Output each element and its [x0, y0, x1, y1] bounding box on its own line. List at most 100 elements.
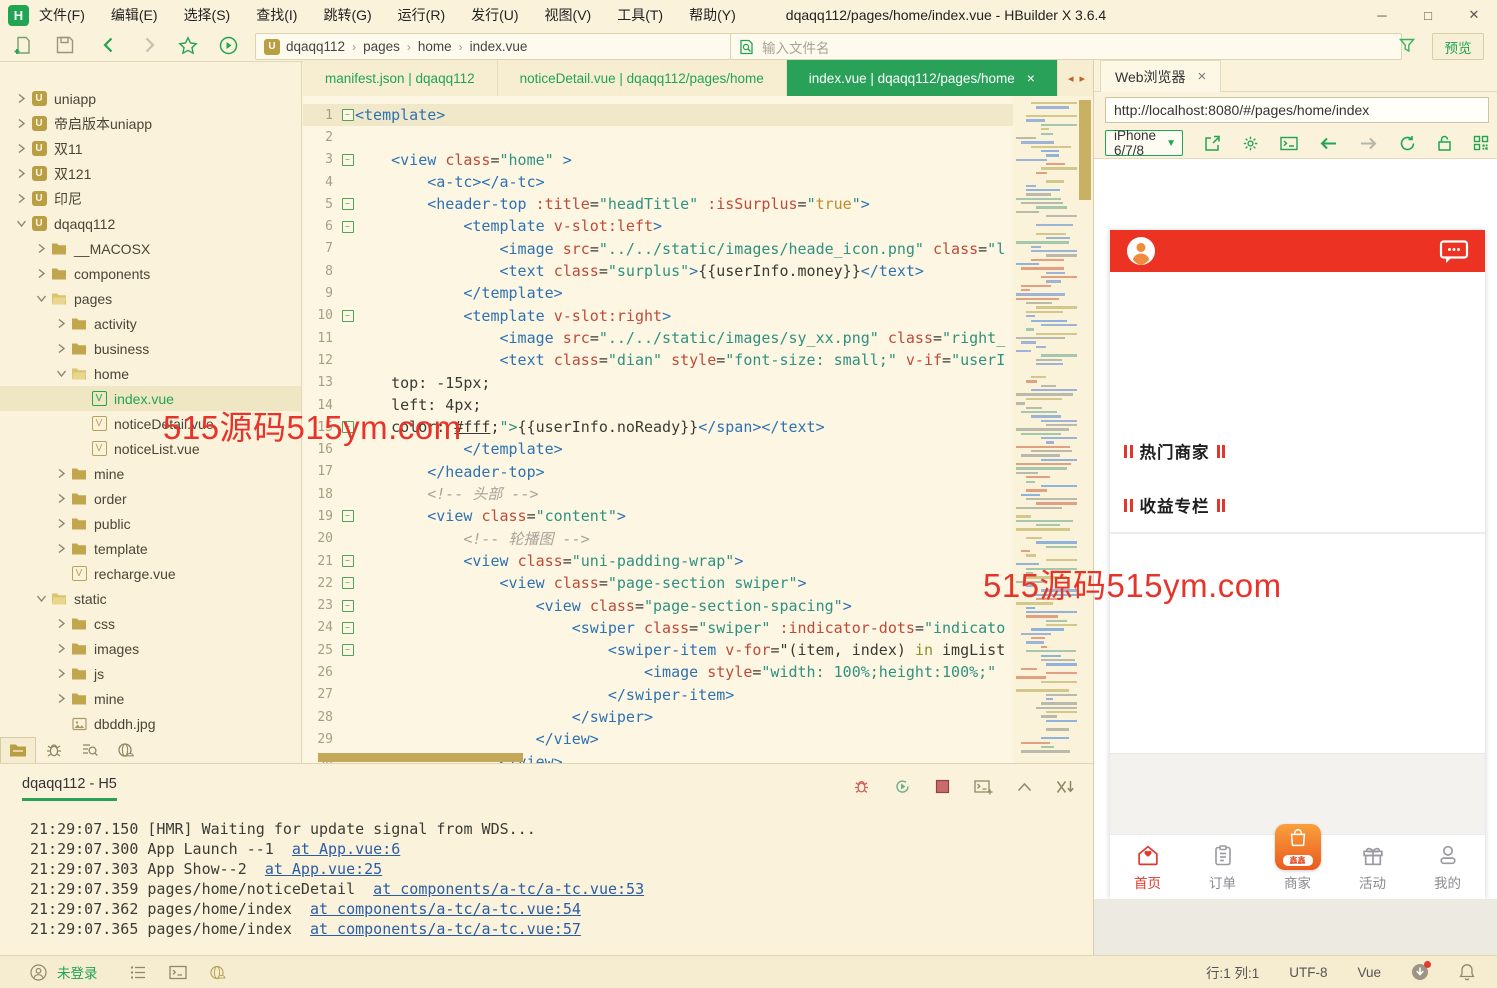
- tree-item-uniapp[interactable]: Uuniapp: [0, 86, 301, 111]
- code-line-18[interactable]: 18 <!-- 头部 -->: [303, 483, 1013, 505]
- save-icon[interactable]: [56, 36, 74, 54]
- code-line-28[interactable]: 28 </swiper>: [303, 706, 1013, 728]
- fold-icon[interactable]: −: [340, 600, 355, 612]
- chevron-right-icon[interactable]: [52, 541, 70, 557]
- chevron-down-icon[interactable]: [32, 591, 50, 607]
- back-icon[interactable]: [1319, 136, 1338, 151]
- search-tab[interactable]: [72, 737, 108, 763]
- browser-tab[interactable]: Web浏览器 ×: [1100, 60, 1221, 92]
- network-icon[interactable]: [209, 965, 226, 980]
- settings-icon[interactable]: [1242, 135, 1259, 152]
- app-nav-订单[interactable]: 订单: [1185, 835, 1260, 899]
- tree-item-public[interactable]: public: [0, 511, 301, 536]
- fold-icon[interactable]: −: [340, 198, 355, 210]
- filter-icon[interactable]: [1399, 38, 1415, 53]
- clear-icon[interactable]: [1056, 780, 1075, 794]
- menu-item[interactable]: 运行(R): [398, 5, 445, 25]
- code-line-10[interactable]: 10− <template v-slot:right>: [303, 305, 1013, 327]
- restart-icon[interactable]: [894, 778, 911, 795]
- close-icon[interactable]: ×: [1027, 70, 1035, 86]
- menu-item[interactable]: 发行(U): [471, 5, 518, 25]
- code-line-1[interactable]: 1−<template>: [303, 104, 1013, 126]
- code-line-27[interactable]: 27 </swiper-item>: [303, 684, 1013, 706]
- code-line-23[interactable]: 23− <view class="page-section-spacing">: [303, 595, 1013, 617]
- source-link[interactable]: at components/a-tc/a-tc.vue:54: [310, 900, 581, 918]
- menu-item[interactable]: 跳转(G): [323, 5, 371, 25]
- fold-icon[interactable]: −: [340, 109, 355, 121]
- tree-item-css[interactable]: css: [0, 611, 301, 636]
- breadcrumb-item[interactable]: dqaqq112: [286, 39, 345, 54]
- back-icon[interactable]: [100, 36, 118, 54]
- code-line-4[interactable]: 4 <a-tc></a-tc>: [303, 171, 1013, 193]
- fold-icon[interactable]: −: [340, 310, 355, 322]
- fold-icon[interactable]: −: [340, 154, 355, 166]
- refresh-icon[interactable]: [1399, 135, 1416, 152]
- tree-item-mine[interactable]: mine: [0, 686, 301, 711]
- forward-icon[interactable]: [140, 36, 158, 54]
- source-link[interactable]: at App.vue:6: [292, 840, 400, 858]
- fold-icon[interactable]: −: [340, 644, 355, 656]
- lock-icon[interactable]: [1437, 135, 1452, 152]
- tree-item-dqaqq112[interactable]: Udqaqq112: [0, 211, 301, 236]
- chevron-right-icon[interactable]: [52, 691, 70, 707]
- fold-icon[interactable]: −: [340, 510, 355, 522]
- tree-item-dbddh.jpg[interactable]: dbddh.jpg: [0, 711, 301, 736]
- tab-scroll-left-icon[interactable]: ◂: [1068, 72, 1074, 85]
- app-nav-商家[interactable]: 鑫鑫商家: [1260, 835, 1335, 899]
- maximize-button[interactable]: □: [1405, 0, 1451, 30]
- fold-icon[interactable]: −: [340, 622, 355, 634]
- code-line-3[interactable]: 3− <view class="home" >: [303, 149, 1013, 171]
- code-line-6[interactable]: 6− <template v-slot:left>: [303, 215, 1013, 237]
- chevron-right-icon[interactable]: [32, 266, 50, 282]
- tree-item-recharge.vue[interactable]: Vrecharge.vue: [0, 561, 301, 586]
- close-button[interactable]: ✕: [1451, 0, 1497, 30]
- menu-item[interactable]: 视图(V): [545, 5, 592, 25]
- code-line-8[interactable]: 8 <text class="surplus">{{userInfo.money…: [303, 260, 1013, 282]
- code-line-5[interactable]: 5− <header-top :title="headTitle" :isSur…: [303, 193, 1013, 215]
- minimap[interactable]: [1013, 96, 1077, 763]
- chevron-right-icon[interactable]: [52, 341, 70, 357]
- chevron-right-icon[interactable]: [32, 241, 50, 257]
- terminal-icon[interactable]: [169, 965, 187, 980]
- tree-item-components[interactable]: components: [0, 261, 301, 286]
- file-tree[interactable]: UuniappU帝启版本uniappU双11U双121U印尼Udqaqq112_…: [0, 61, 302, 736]
- tree-item-static[interactable]: static: [0, 586, 301, 611]
- tree-item-order[interactable]: order: [0, 486, 301, 511]
- new-file-icon[interactable]: [14, 36, 33, 55]
- open-in-browser-icon[interactable]: [1204, 135, 1221, 152]
- menu-item[interactable]: 工具(T): [617, 5, 663, 25]
- qr-code-icon[interactable]: [1473, 135, 1489, 151]
- collapse-icon[interactable]: [1017, 782, 1032, 792]
- tree-item-home[interactable]: home: [0, 361, 301, 386]
- tree-item-js[interactable]: js: [0, 661, 301, 686]
- tasks-icon[interactable]: [130, 965, 147, 980]
- avatar-icon[interactable]: [1126, 236, 1156, 266]
- tree-item-印尼[interactable]: U印尼: [0, 186, 301, 211]
- code-line-26[interactable]: 26 <image style="width: 100%;height:100%…: [303, 661, 1013, 683]
- tree-item-business[interactable]: business: [0, 336, 301, 361]
- tree-item-帝启版本uniapp[interactable]: U帝启版本uniapp: [0, 111, 301, 136]
- tab-scroll-right-icon[interactable]: ▸: [1079, 72, 1085, 85]
- source-link[interactable]: at App.vue:25: [265, 860, 382, 878]
- code-line-11[interactable]: 11 <image src="../../static/images/sy_xx…: [303, 327, 1013, 349]
- menu-item[interactable]: 查找(I): [256, 5, 297, 25]
- fold-icon[interactable]: −: [340, 555, 355, 567]
- code-line-7[interactable]: 7 <image src="../../static/images/heade_…: [303, 238, 1013, 260]
- app-nav-活动[interactable]: 活动: [1335, 835, 1410, 899]
- forward-icon[interactable]: [1359, 136, 1378, 151]
- source-link[interactable]: at components/a-tc/a-tc.vue:57: [310, 920, 581, 938]
- web-tab[interactable]: [108, 737, 144, 763]
- chevron-down-icon[interactable]: [32, 291, 50, 307]
- menu-item[interactable]: 编辑(E): [111, 5, 158, 25]
- minimize-button[interactable]: ─: [1359, 0, 1405, 30]
- code-line-29[interactable]: 29 </view>: [303, 728, 1013, 750]
- url-input[interactable]: http://localhost:8080/#/pages/home/index: [1105, 97, 1489, 123]
- chevron-right-icon[interactable]: [52, 666, 70, 682]
- chevron-right-icon[interactable]: [12, 116, 30, 132]
- tree-item-双11[interactable]: U双11: [0, 136, 301, 161]
- login-status[interactable]: 未登录: [57, 962, 98, 982]
- chevron-right-icon[interactable]: [12, 191, 30, 207]
- preview-button[interactable]: 预览: [1432, 33, 1484, 60]
- editor-tab-2[interactable]: index.vue | dqaqq112/pages/home×: [787, 60, 1058, 96]
- menu-item[interactable]: 选择(S): [184, 5, 231, 25]
